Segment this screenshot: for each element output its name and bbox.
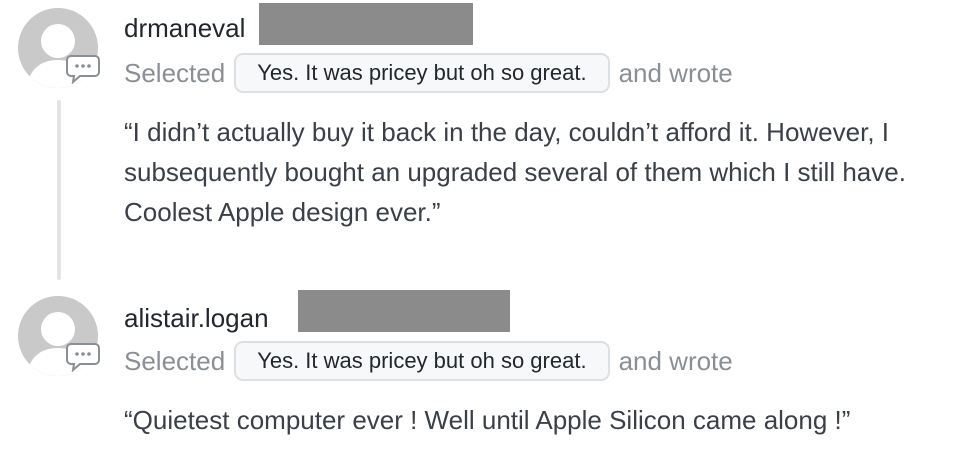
thread-line	[57, 100, 61, 280]
comment-text: “I didn’t actually buy it back in the da…	[124, 117, 906, 227]
comment-text: “Quietest computer ever ! Well until App…	[124, 405, 851, 435]
username[interactable]: alistair.logan	[124, 303, 269, 334]
selected-option-pill[interactable]: Yes. It was pricey but oh so great.	[234, 53, 610, 93]
chat-bubble-icon	[66, 342, 100, 373]
wrote-label: and wrote	[618, 57, 733, 88]
selected-label: Selected	[124, 57, 226, 88]
selected-row: Selected Yes. It was pricey but oh so gr…	[124, 51, 733, 95]
selected-option-pill[interactable]: Yes. It was pricey but oh so great.	[234, 341, 610, 381]
redaction-block	[259, 3, 473, 45]
username[interactable]: drmaneval	[124, 13, 245, 44]
selected-row: Selected Yes. It was pricey but oh so gr…	[124, 339, 733, 383]
selected-label: Selected	[124, 345, 226, 376]
redaction-block	[298, 290, 510, 332]
chat-bubble-icon	[66, 54, 100, 85]
wrote-label: and wrote	[618, 345, 733, 376]
